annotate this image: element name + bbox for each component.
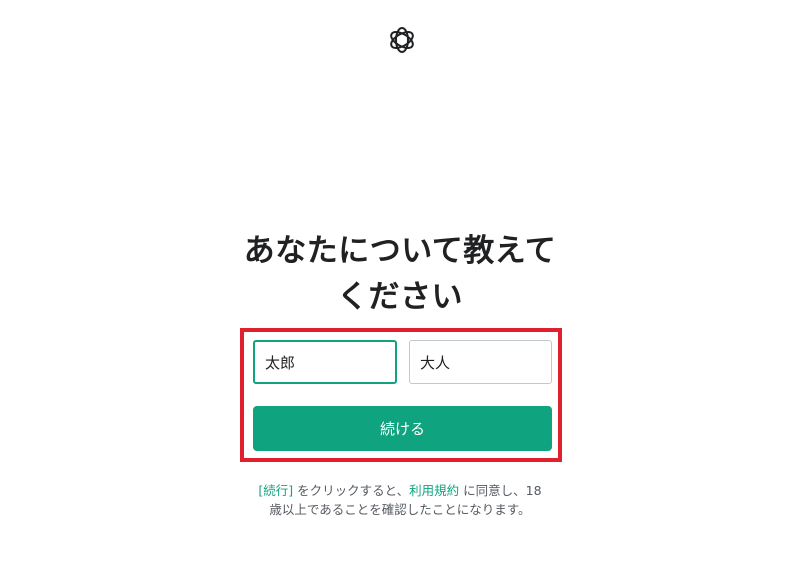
page-title-line2: ください xyxy=(337,279,463,315)
page-title-line1: あなたについて教えて xyxy=(243,233,557,269)
terms-notice: [続行] をクリックすると、利用規約 に同意し、18 歳以上であることを確認した… xyxy=(240,481,560,519)
terms-text-part1: をクリックすると、 xyxy=(293,483,410,498)
terms-line2: 歳以上であることを確認したことになります。 xyxy=(269,502,531,517)
last-name-input[interactable] xyxy=(409,340,552,384)
terms-line1: [続行] をクリックすると、利用規約 に同意し、18 xyxy=(240,481,560,500)
terms-text-part2: に同意し、18 xyxy=(459,483,542,498)
page-title: あなたについて教えて ください xyxy=(200,228,600,320)
first-name-input[interactable] xyxy=(253,340,397,384)
terms-of-use-link[interactable]: 利用規約 xyxy=(409,483,459,498)
page: あなたについて教えて ください 続ける [続行] をクリックすると、利用規約 に… xyxy=(0,0,800,570)
continue-button[interactable]: 続ける xyxy=(253,406,552,451)
openai-logo-icon xyxy=(386,24,418,56)
continue-link: [続行] xyxy=(258,483,294,498)
